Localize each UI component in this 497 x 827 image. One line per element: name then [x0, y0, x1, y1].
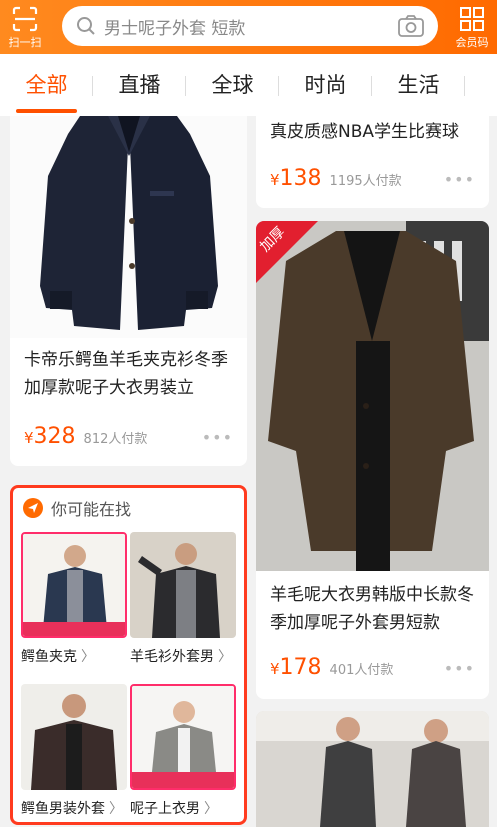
product-price: ¥138 — [270, 166, 322, 191]
product-card[interactable]: 真皮质感NBA学生比赛球 ¥138 1195人付款 ••• — [256, 116, 489, 208]
search-bar[interactable] — [62, 6, 438, 46]
sold-count: 1195人付款 — [329, 174, 402, 189]
sold-count: 812人付款 — [83, 432, 148, 447]
scan-icon — [12, 6, 38, 32]
more-options-icon[interactable]: ••• — [444, 659, 475, 678]
camera-icon[interactable] — [398, 15, 424, 37]
recommend-thumb — [130, 684, 236, 790]
recommend-thumb — [130, 532, 236, 638]
recommendation-heading: 你可能在找 — [51, 500, 132, 519]
product-card[interactable]: 加厚 羊毛呢大衣男韩版中长款冬季加厚呢子外套男短款 ¥178 401人付款 ••… — [256, 221, 489, 699]
product-price: ¥328 — [24, 424, 76, 449]
recommend-item[interactable]: 鳄鱼夹克〉 — [21, 532, 127, 666]
product-title: 卡帝乐鳄鱼羊毛夹克衫冬季加厚款呢子大衣男装立 — [24, 350, 228, 398]
member-code-button[interactable]: 会员码 — [449, 4, 495, 50]
product-image — [10, 116, 247, 338]
product-card[interactable] — [256, 711, 489, 827]
recommendation-panel: 你可能在找 鳄鱼夹克〉 羊毛衫外套男〉 鳄鱼男装外套 〉 呢子上衣男 〉 — [10, 485, 247, 825]
product-card[interactable]: 卡帝乐鳄鱼羊毛夹克衫冬季加厚款呢子大衣男装立 ¥328 812人付款 ••• — [10, 116, 247, 466]
navigation-icon — [23, 498, 43, 518]
recommend-item[interactable]: 鳄鱼男装外套〉 — [21, 684, 127, 818]
search-icon — [77, 17, 95, 35]
tab-life[interactable]: 生活 — [372, 54, 465, 116]
product-image — [256, 711, 489, 827]
recommend-thumb — [21, 532, 127, 638]
category-tabs: 全部 直播 全球 时尚 生活 — [0, 54, 497, 116]
recommendation-header: 你可能在找 — [23, 496, 131, 520]
search-input[interactable] — [104, 16, 384, 36]
recommend-item[interactable]: 羊毛衫外套男〉 — [130, 532, 236, 666]
tab-fashion[interactable]: 时尚 — [279, 54, 372, 116]
member-code-label: 会员码 — [455, 36, 489, 49]
product-title: 真皮质感NBA学生比赛球 — [270, 122, 460, 142]
recommend-thumb — [21, 684, 127, 790]
tab-live[interactable]: 直播 — [93, 54, 186, 116]
more-options-icon[interactable]: ••• — [444, 170, 475, 189]
tab-global[interactable]: 全球 — [186, 54, 279, 116]
grid-icon — [460, 7, 484, 31]
scan-label: 扫一扫 — [8, 36, 42, 49]
product-title: 羊毛呢大衣男韩版中长款冬季加厚呢子外套男短款 — [270, 585, 474, 633]
tab-partial[interactable] — [465, 54, 495, 116]
sold-count: 401人付款 — [329, 663, 394, 678]
recommend-item[interactable]: 呢子上衣男〉 — [130, 684, 236, 818]
more-options-icon[interactable]: ••• — [202, 428, 233, 447]
product-price: ¥178 — [270, 655, 322, 680]
product-image — [256, 221, 489, 571]
tab-all[interactable]: 全部 — [0, 54, 93, 116]
scan-button[interactable]: 扫一扫 — [2, 4, 48, 50]
top-bar: 扫一扫 会员码 — [0, 0, 497, 54]
